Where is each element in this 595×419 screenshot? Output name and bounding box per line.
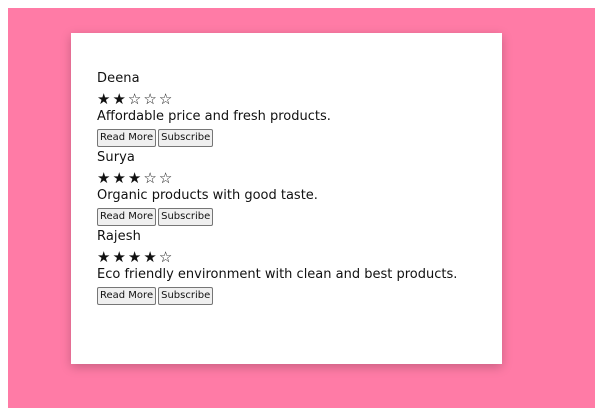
filled-star-icon: ★ [127, 248, 142, 266]
empty-star-icon: ☆ [158, 248, 173, 266]
review-text: Organic products with good taste. [97, 188, 318, 203]
read-more-button[interactable]: Read More [97, 287, 157, 305]
filled-star-icon: ★ [97, 248, 111, 266]
filled-star-icon: ★ [112, 90, 126, 108]
read-more-button[interactable]: Read More [97, 129, 157, 147]
review-item: Rajesh ★ ★ ★ ★ ☆ Eco friendly environment wi… [97, 228, 502, 307]
star-rating: ★ ★ ★ ★ ☆ [97, 248, 502, 266]
filled-star-icon: ★ [112, 248, 126, 266]
filled-star-icon: ★ [127, 169, 142, 187]
review-item: Surya ★ ★ ★ ☆ ☆ Organic products with good t… [97, 149, 502, 228]
empty-star-icon: ☆ [143, 169, 157, 187]
reviewer-name: Surya [97, 150, 135, 165]
review-actions: Read More Subscribe [97, 129, 502, 149]
read-more-button[interactable]: Read More [97, 208, 157, 226]
empty-star-icon: ☆ [127, 90, 142, 108]
filled-star-icon: ★ [97, 90, 111, 108]
review-actions: Read More Subscribe [97, 208, 502, 228]
subscribe-button[interactable]: Subscribe [158, 287, 214, 305]
reviews-card: Deena ★ ★ ☆ ☆ ☆ Affordable price and fresh p… [71, 33, 502, 364]
empty-star-icon: ☆ [143, 90, 157, 108]
star-rating: ★ ★ ★ ☆ ☆ [97, 169, 502, 187]
empty-star-icon: ☆ [158, 169, 173, 187]
filled-star-icon: ★ [97, 169, 111, 187]
filled-star-icon: ★ [143, 248, 157, 266]
subscribe-button[interactable]: Subscribe [158, 208, 214, 226]
review-text: Affordable price and fresh products. [97, 109, 331, 124]
reviewer-name: Rajesh [97, 229, 141, 244]
star-rating: ★ ★ ☆ ☆ ☆ [97, 90, 502, 108]
review-text: Eco friendly environment with clean and … [97, 267, 458, 282]
reviewer-name: Deena [97, 71, 140, 86]
review-actions: Read More Subscribe [97, 287, 502, 307]
empty-star-icon: ☆ [158, 90, 173, 108]
review-item: Deena ★ ★ ☆ ☆ ☆ Affordable price and fresh p… [97, 70, 502, 149]
subscribe-button[interactable]: Subscribe [158, 129, 214, 147]
filled-star-icon: ★ [112, 169, 126, 187]
